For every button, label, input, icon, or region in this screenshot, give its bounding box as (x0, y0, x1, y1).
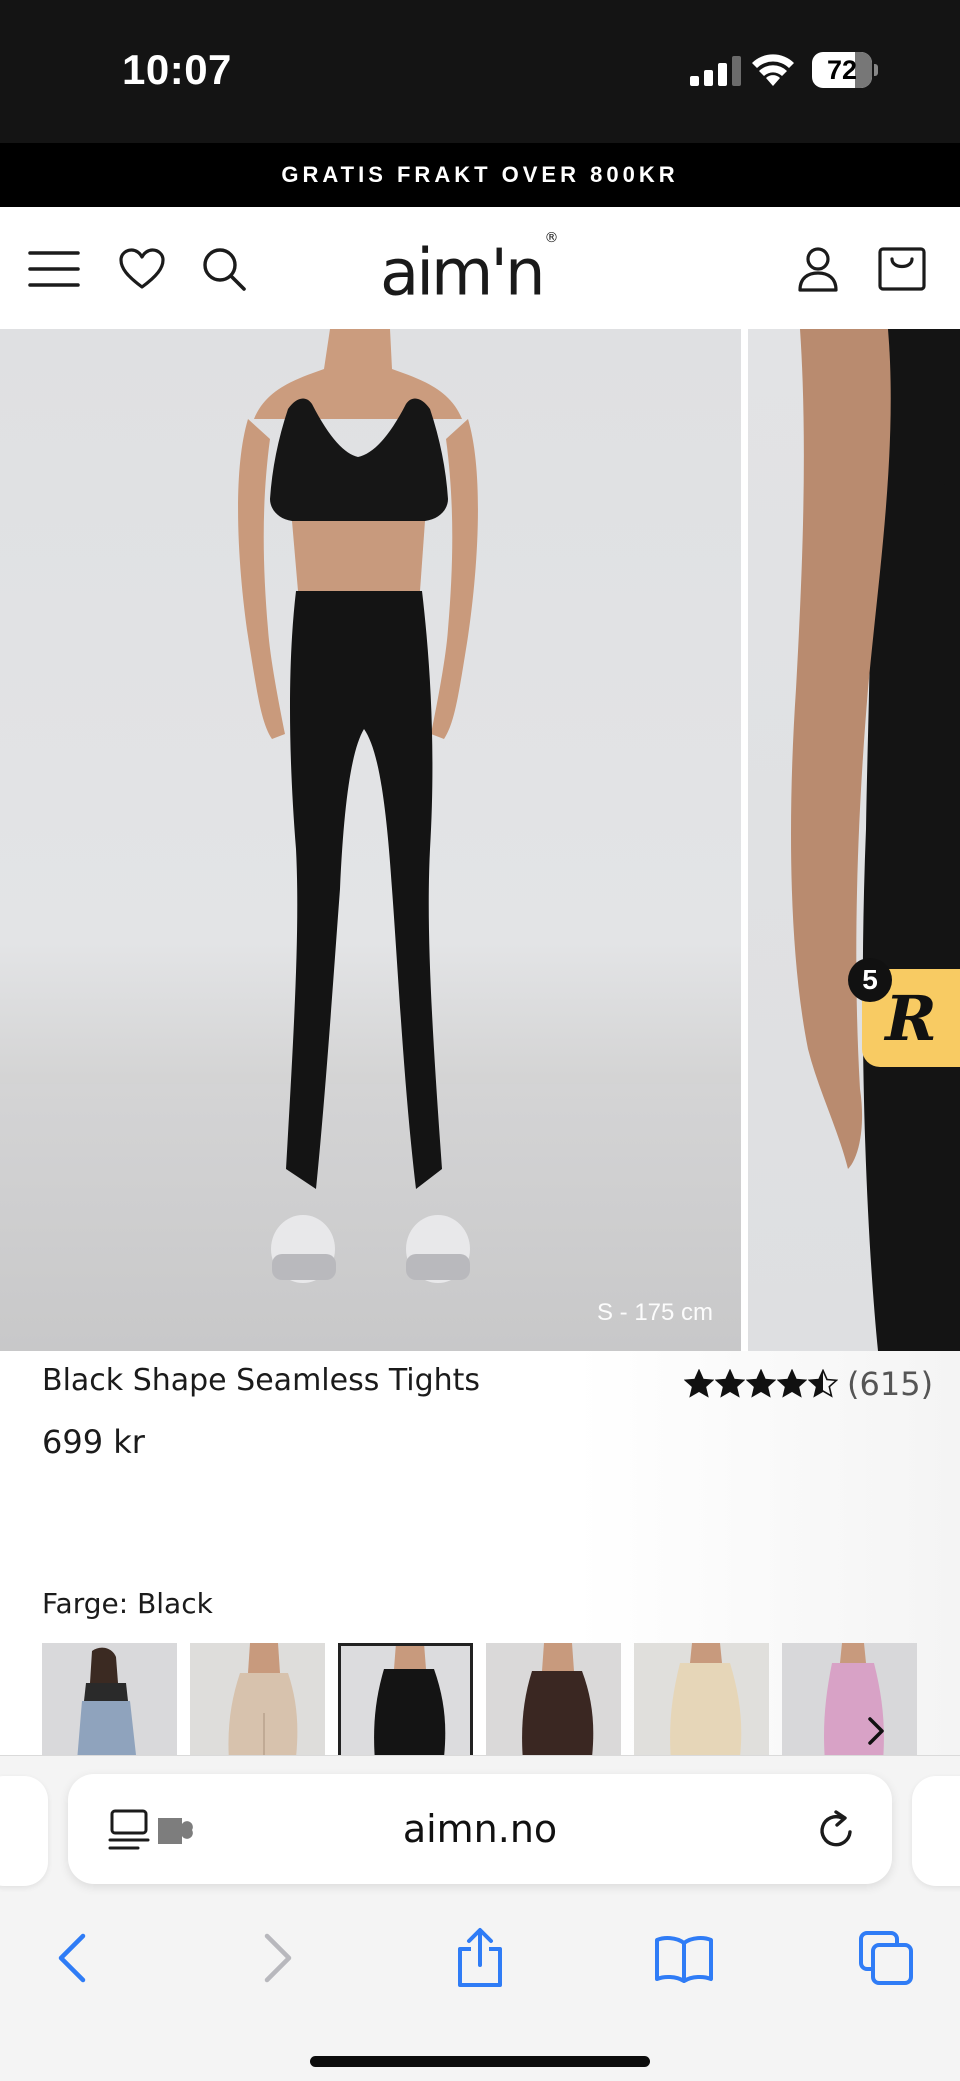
model-side-figure (791, 329, 960, 1351)
browser-chrome: aimn.no (0, 1755, 960, 2081)
previous-tab-preview[interactable] (0, 1776, 48, 1886)
model-figure (238, 329, 478, 1283)
swatch-black[interactable] (338, 1643, 473, 1755)
url-text[interactable]: aimn.no (68, 1774, 892, 1884)
swatch-beige[interactable] (190, 1643, 325, 1755)
chevron-right-icon[interactable] (858, 1713, 894, 1749)
swatch-pink[interactable] (782, 1643, 917, 1755)
reviews-count-badge: 5 (848, 958, 892, 1002)
cart-icon[interactable] (874, 241, 930, 297)
rating-stars (684, 1369, 839, 1399)
swatch-light-blue[interactable] (42, 1643, 177, 1755)
product-info: Black Shape Seamless Tights 699 kr (615)… (0, 1351, 960, 1755)
account-icon[interactable] (790, 241, 846, 297)
star-icon (715, 1369, 745, 1398)
menu-icon[interactable] (26, 241, 82, 297)
forward-icon (246, 1926, 310, 1990)
battery-icon: 72 (812, 52, 878, 88)
cellular-signal-icon (690, 56, 741, 86)
search-icon[interactable] (196, 241, 252, 297)
product-price: 699 kr (42, 1423, 145, 1461)
swatch-dark-brown[interactable] (486, 1643, 621, 1755)
battery-level: 72 (826, 55, 858, 85)
star-icon (684, 1369, 714, 1398)
selected-color: Black (137, 1587, 213, 1620)
next-tab-preview[interactable] (912, 1776, 960, 1886)
star-icon (746, 1369, 776, 1398)
model-size-caption: S - 175 cm (597, 1299, 714, 1326)
product-image-main[interactable]: S - 175 cm (0, 329, 741, 1351)
product-title: Black Shape Seamless Tights (42, 1363, 481, 1398)
star-icon (808, 1369, 838, 1398)
status-bar: 10:07 72 (0, 0, 960, 143)
address-bar[interactable]: aimn.no (68, 1774, 892, 1884)
star-icon (777, 1369, 807, 1398)
home-indicator[interactable] (310, 2056, 650, 2067)
bookmarks-icon[interactable] (652, 1926, 716, 1990)
back-icon[interactable] (40, 1926, 104, 1990)
product-image-secondary[interactable] (748, 329, 960, 1351)
site-header: aim'n ® (0, 207, 960, 329)
swatch-cream[interactable] (634, 1643, 769, 1755)
product-rating[interactable]: (615) (684, 1365, 933, 1403)
tabs-icon[interactable] (854, 1926, 918, 1990)
announcement-bar[interactable]: GRATIS FRAKT OVER 800KR (0, 143, 960, 207)
color-label: Farge: Black (42, 1587, 213, 1620)
share-icon[interactable] (448, 1926, 512, 1990)
product-gallery[interactable]: S - 175 cm R 5 (0, 329, 960, 1351)
site-logo[interactable]: aim'n ® (380, 230, 580, 305)
status-time: 10:07 (122, 46, 232, 93)
browser-toolbar (0, 1906, 960, 2006)
reload-icon[interactable] (814, 1808, 858, 1852)
heart-icon[interactable] (114, 241, 170, 297)
rating-count: (615) (847, 1365, 934, 1403)
reviews-logo-icon: R (885, 981, 937, 1055)
wifi-icon (752, 54, 794, 86)
color-swatches (42, 1643, 942, 1755)
